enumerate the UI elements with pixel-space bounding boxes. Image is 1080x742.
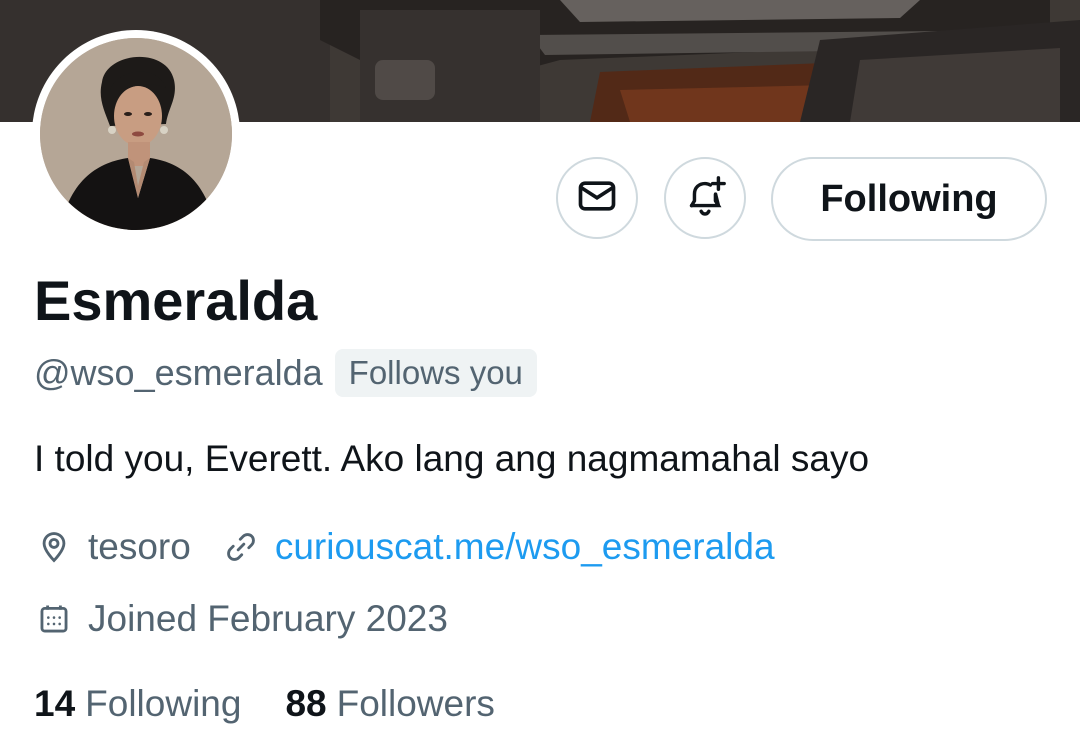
profile-stats: 14 Following 88 Followers: [34, 678, 495, 730]
follows-you-badge: Follows you: [334, 349, 537, 397]
followers-count-link[interactable]: 88 Followers: [285, 683, 494, 725]
profile-joined-row: Joined February 2023: [34, 594, 448, 644]
envelope-icon: [575, 174, 619, 223]
profile-website-link[interactable]: curiouscat.me/wso_esmeralda: [275, 526, 775, 568]
notifications-button[interactable]: [664, 157, 746, 239]
location-pin-icon: [34, 527, 74, 567]
link-icon: [221, 527, 261, 567]
following-count-link[interactable]: 14 Following: [34, 683, 241, 725]
message-button[interactable]: [556, 157, 638, 239]
followers-count: 88: [285, 683, 327, 724]
following-label: Following: [85, 683, 242, 724]
profile-location: tesoro: [88, 526, 191, 567]
profile-bio: I told you, Everett. Ako lang ang nagmam…: [34, 438, 870, 479]
following-count: 14: [34, 683, 76, 724]
user-handle: @wso_esmeralda: [34, 352, 323, 393]
bell-plus-icon: [682, 173, 728, 224]
following-button[interactable]: Following: [771, 157, 1047, 241]
followers-label: Followers: [336, 683, 495, 724]
avatar[interactable]: [32, 30, 240, 238]
calendar-icon: [34, 599, 74, 639]
profile-page: Following Esmeralda @wso_esmeralda Follo…: [0, 0, 1080, 742]
profile-meta-row: tesoro curiouscat.me/wso_esmeralda: [34, 522, 775, 572]
handle-row: @wso_esmeralda Follows you: [34, 348, 537, 398]
profile-joined-date: Joined February 2023: [88, 598, 448, 639]
avatar-image: [40, 38, 232, 230]
display-name: Esmeralda: [34, 269, 318, 332]
